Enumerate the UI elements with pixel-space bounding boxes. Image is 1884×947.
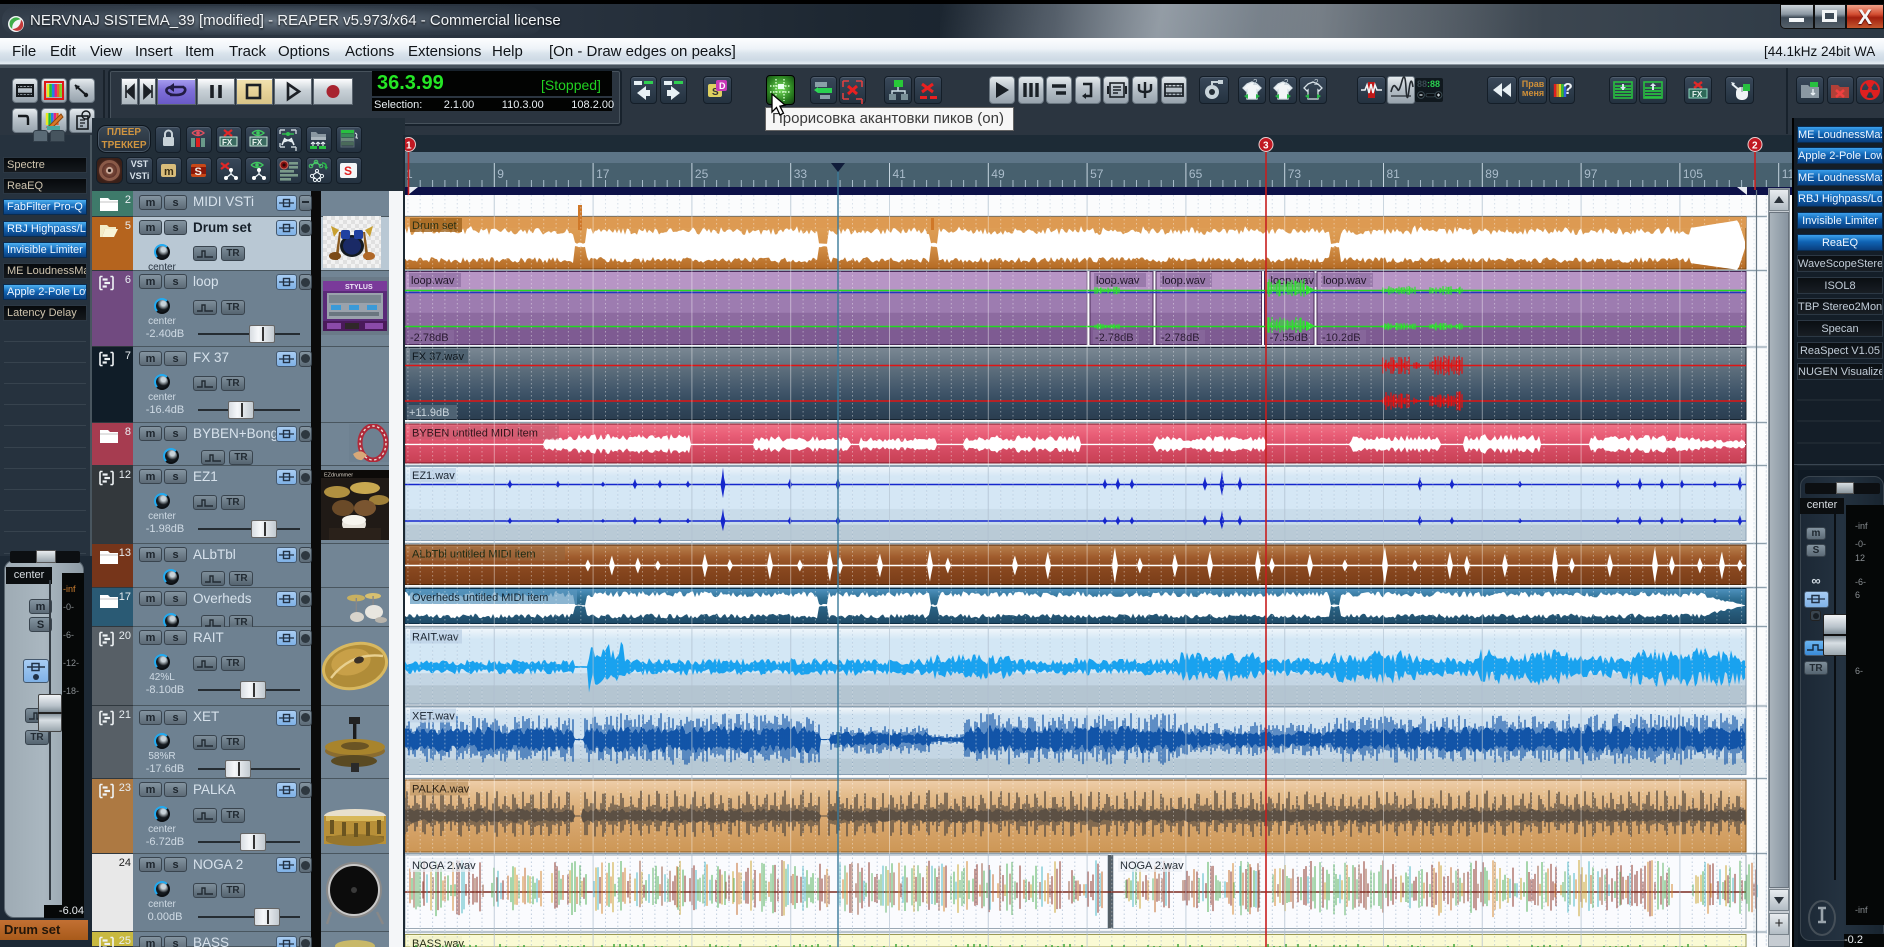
- svg-text:41: 41: [893, 167, 907, 181]
- svg-text:loop.wav: loop.wav: [1323, 275, 1367, 287]
- svg-text:EZdrummer: EZdrummer: [324, 473, 353, 479]
- svg-text:65: 65: [1189, 167, 1203, 181]
- svg-text:-7.55dB: -7.55dB: [1270, 332, 1309, 344]
- svg-text:S: S: [195, 166, 202, 178]
- svg-text:ALbTbl untitled MIDI item: ALbTbl untitled MIDI item: [412, 549, 536, 561]
- svg-text:loop.wav: loop.wav: [1162, 275, 1206, 287]
- svg-text:Overheds untitled MIDI item: Overheds untitled MIDI item: [412, 592, 548, 604]
- svg-text:9: 9: [497, 167, 504, 181]
- svg-text:NOGA 2.wav: NOGA 2.wav: [412, 860, 476, 872]
- svg-text:-2.78dB: -2.78dB: [410, 332, 449, 344]
- svg-text:-2.78dB: -2.78dB: [1095, 332, 1134, 344]
- svg-text:S: S: [344, 164, 352, 178]
- svg-text:-2.78dB: -2.78dB: [1161, 332, 1200, 344]
- svg-text:1: 1: [406, 167, 413, 181]
- svg-text:loop.wav: loop.wav: [1096, 275, 1140, 287]
- svg-text:D: D: [719, 81, 726, 91]
- svg-text:FX: FX: [1692, 90, 1703, 99]
- svg-text:3: 3: [1263, 141, 1269, 152]
- svg-text:STYLUS: STYLUS: [345, 284, 373, 291]
- svg-text:XET.wav: XET.wav: [412, 711, 455, 723]
- svg-text:RAIT.wav: RAIT.wav: [412, 632, 459, 644]
- svg-text:57: 57: [1090, 167, 1104, 181]
- svg-text:2: 2: [1314, 78, 1319, 87]
- svg-text:73: 73: [1288, 167, 1302, 181]
- svg-text:17: 17: [596, 167, 610, 181]
- svg-text:FX 37.wav: FX 37.wav: [412, 351, 464, 363]
- svg-text:-10.2dB: -10.2dB: [1322, 332, 1361, 344]
- svg-text:81: 81: [1387, 167, 1401, 181]
- svg-text:89: 89: [1485, 167, 1499, 181]
- svg-text:49: 49: [991, 167, 1005, 181]
- svg-text:PALKA.wav: PALKA.wav: [412, 784, 470, 796]
- svg-text:2: 2: [1752, 141, 1758, 152]
- svg-text:?: ?: [1563, 81, 1573, 98]
- svg-text:+11.9dB: +11.9dB: [409, 407, 449, 419]
- svg-text:2: 2: [1284, 78, 1289, 87]
- svg-text:97: 97: [1584, 167, 1598, 181]
- svg-text:BYBEN untitled MIDI item: BYBEN untitled MIDI item: [412, 428, 538, 440]
- svg-text:loop.wav: loop.wav: [411, 275, 455, 287]
- svg-text:FX: FX: [222, 138, 233, 147]
- svg-text:Drum set: Drum set: [412, 220, 457, 232]
- svg-text:25: 25: [695, 167, 709, 181]
- svg-text:1: 1: [406, 141, 412, 152]
- svg-text:NOGA 2.wav: NOGA 2.wav: [1120, 860, 1184, 872]
- svg-text:33: 33: [794, 167, 808, 181]
- svg-text:2: 2: [1253, 78, 1258, 87]
- svg-text:EZ1.wav: EZ1.wav: [412, 470, 455, 482]
- svg-text:m: m: [164, 166, 174, 178]
- svg-text:105: 105: [1683, 167, 1703, 181]
- svg-text:FX: FX: [252, 138, 263, 147]
